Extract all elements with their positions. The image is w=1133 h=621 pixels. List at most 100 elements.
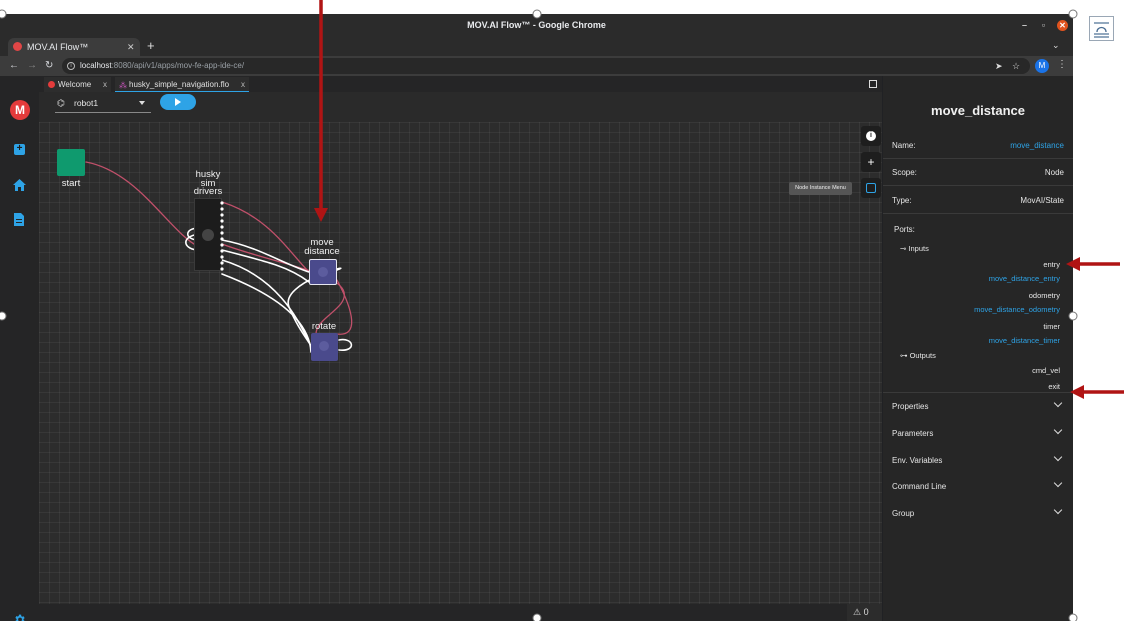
section-label: Env. Variables [892, 456, 943, 465]
send-icon[interactable]: ➤ [995, 58, 1003, 74]
plus-icon: + [867, 155, 875, 169]
document-icon[interactable] [14, 213, 24, 226]
output-port-icon: ⊶ [900, 351, 908, 360]
scope-value: Node [1044, 168, 1064, 177]
name-value[interactable]: move_distance [1010, 141, 1064, 150]
inputs-header[interactable]: ⊸ Inputs [900, 244, 929, 253]
status-bar: ⚠ 0 [39, 604, 882, 621]
link-rotate-loop[interactable] [338, 338, 353, 351]
tab-search-icon[interactable]: ⌄ [1052, 40, 1060, 51]
restore-icon[interactable]: ▫ [1038, 20, 1049, 31]
section-properties[interactable]: Properties [883, 393, 1073, 420]
url-host: localhost [80, 61, 112, 70]
section-parameters[interactable]: Parameters [883, 420, 1073, 447]
tab-welcome[interactable]: Welcome x [44, 77, 111, 92]
chevron-down-icon [1053, 505, 1063, 515]
input-port-icon: ⊸ [900, 244, 907, 253]
reload-icon[interactable]: ↻ [45, 59, 53, 73]
input-port-callback[interactable]: move_distance_entry [883, 274, 1073, 283]
profile-avatar[interactable]: M [1035, 59, 1049, 73]
maximize-editor-icon[interactable] [869, 80, 877, 88]
section-group[interactable]: Group [883, 500, 1073, 527]
browser-menu-icon[interactable]: ⋮ [1057, 59, 1067, 70]
annotation-arrow [1070, 385, 1124, 399]
type-label: Type: [892, 196, 912, 205]
layout-options-icon[interactable] [1089, 16, 1114, 41]
section-command-line[interactable]: Command Line [883, 473, 1073, 500]
play-button[interactable] [160, 94, 196, 110]
browser-tabstrip: MOV.AI Flow™ ✕ + ⌄ [0, 37, 1073, 56]
section-label: Group [892, 509, 915, 518]
link-odometry-rotate[interactable] [221, 259, 310, 343]
input-port-callback[interactable]: move_distance_odometry [883, 305, 1073, 314]
husky-output-ports[interactable] [219, 200, 225, 272]
link-timer-rotate[interactable] [221, 273, 312, 353]
flow-canvas[interactable]: start husky sim drivers move distance ro… [39, 122, 882, 604]
outputs-header[interactable]: ⊶ Outputs [900, 351, 936, 360]
link-odometry-move[interactable] [221, 239, 310, 273]
welcome-tab-icon [48, 81, 55, 88]
browser-tab-title: MOV.AI Flow™ [27, 42, 89, 52]
robot-select-value: robot1 [74, 98, 99, 108]
document-tabbar: Welcome x ⁂ husky_simple_navigation.flo … [39, 76, 882, 92]
output-port-name: exit [1048, 382, 1060, 391]
forward-icon[interactable]: → [27, 59, 37, 73]
window-titlebar: MOV.AI Flow™ - Google Chrome – ▫ ✕ [0, 14, 1073, 37]
panel-title: move_distance [931, 103, 1025, 118]
rotate-node[interactable] [311, 333, 338, 361]
section-label: Parameters [892, 429, 934, 438]
husky-node-label: husky sim drivers [184, 170, 232, 197]
type-value: MovAI/State [1020, 196, 1064, 205]
info-button[interactable]: i [861, 126, 881, 146]
name-label: Name: [892, 141, 916, 150]
close-tab-icon[interactable]: x [241, 77, 245, 92]
browser-window: MOV.AI Flow™ - Google Chrome – ▫ ✕ MOV.A… [0, 14, 1073, 621]
tab-husky-flow[interactable]: ⁂ husky_simple_navigation.flo x [115, 77, 249, 92]
input-port-callback[interactable]: move_distance_timer [883, 336, 1073, 345]
warnings-indicator[interactable]: ⚠ 0 [847, 604, 882, 621]
minimize-icon[interactable]: – [1019, 20, 1030, 31]
input-port-name: entry [1043, 260, 1060, 269]
url-input[interactable]: i localhost:8080/api/v1/apps/mov-fe-app-… [62, 58, 1030, 74]
link-start-husky[interactable] [85, 161, 200, 248]
movai-logo[interactable]: M [10, 100, 30, 120]
node-center-icon [202, 229, 214, 241]
text-wrap-icon [1094, 22, 1109, 38]
dropdown-caret-icon [139, 101, 145, 105]
section-env-variables[interactable]: Env. Variables [883, 447, 1073, 474]
home-icon[interactable] [13, 179, 26, 191]
node-center-icon [318, 267, 328, 277]
add-node-button[interactable]: + [861, 152, 881, 172]
settings-gear-icon[interactable] [13, 613, 26, 621]
node-center-icon [319, 341, 329, 351]
node-properties-panel: move_distance Name: move_distance Scope:… [883, 76, 1073, 621]
start-node[interactable] [57, 149, 85, 176]
bookmark-star-icon[interactable]: ☆ [1012, 58, 1020, 74]
new-tab-icon[interactable]: + [147, 38, 155, 53]
back-icon[interactable]: ← [9, 59, 19, 73]
window-title: MOV.AI Flow™ - Google Chrome [467, 20, 606, 30]
url-path: :8080/api/v1/apps/mov-fe-app-ide-ce/ [111, 61, 245, 70]
input-port-name: odometry [1028, 291, 1060, 300]
section-label: Properties [892, 402, 929, 411]
move-distance-node[interactable] [309, 259, 337, 285]
browser-tab[interactable]: MOV.AI Flow™ ✕ [8, 38, 140, 56]
chevron-down-icon [1053, 478, 1063, 488]
annotation-arrow [1066, 257, 1120, 271]
flow-links [85, 161, 353, 353]
close-window-icon[interactable]: ✕ [1057, 20, 1068, 31]
scope-label: Scope: [892, 168, 917, 177]
output-port-name: cmd_vel [1032, 366, 1060, 375]
address-bar: ← → ↻ i localhost:8080/api/v1/apps/mov-f… [0, 56, 1073, 76]
add-document-icon[interactable]: + [14, 144, 25, 155]
start-node-label: start [61, 178, 81, 189]
close-tab-icon[interactable]: x [103, 77, 107, 92]
robot-select[interactable]: ⌬ robot1 [55, 95, 151, 113]
section-label: Command Line [892, 482, 947, 491]
info-icon: i [866, 131, 876, 141]
node-instance-menu-button[interactable] [861, 178, 881, 198]
site-info-icon[interactable]: i [67, 62, 75, 70]
husky-sim-drivers-node[interactable] [194, 198, 222, 271]
app-sidebar: M + [0, 76, 39, 621]
close-tab-icon[interactable]: ✕ [127, 38, 135, 56]
